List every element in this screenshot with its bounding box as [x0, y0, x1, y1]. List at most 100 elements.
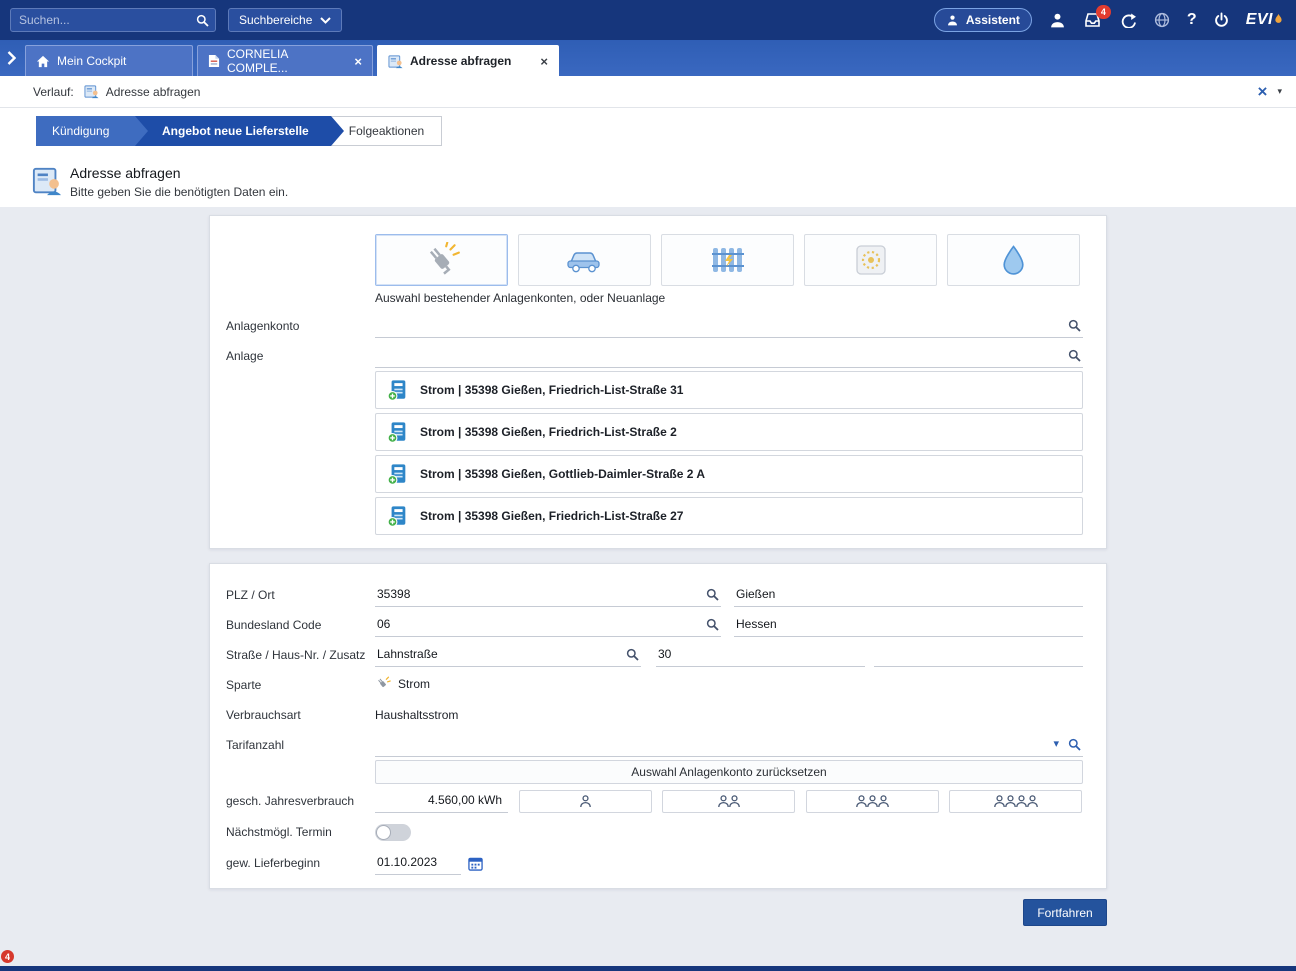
termin-label: Nächstmögl. Termin	[226, 819, 332, 845]
sparte-gas-button[interactable]	[947, 234, 1080, 286]
chevron-right-icon[interactable]	[7, 51, 16, 65]
meter-add-icon	[387, 505, 409, 527]
form-person-icon	[388, 54, 403, 69]
person-icon	[578, 794, 593, 809]
topbar-actions: Assistent 4 ?	[934, 8, 1286, 32]
tab-label: CORNELIA COMPLE...	[227, 47, 347, 75]
meter-add-icon	[387, 421, 409, 443]
step-label: Kündigung	[52, 124, 109, 138]
reset-anlagenkonto-button[interactable]: Auswahl Anlagenkonto zurücksetzen	[375, 760, 1083, 784]
anlage-label: Anlage	[226, 343, 263, 369]
plz-input[interactable]	[375, 581, 721, 606]
search-icon[interactable]	[196, 14, 209, 27]
tab-adresse-abfragen[interactable]: Adresse abfragen ×	[377, 45, 559, 76]
anlagenkonto-label: Anlagenkonto	[226, 313, 299, 339]
online-status-button[interactable]	[1154, 12, 1170, 28]
wizard-step-angebot[interactable]: Angebot neue Lieferstelle	[134, 116, 344, 146]
verlauf-actions: × ▾	[1258, 83, 1282, 100]
zusatz-input[interactable]	[874, 641, 1083, 666]
wizard-step-kuendigung[interactable]: Kündigung	[36, 116, 148, 146]
assistent-icon	[946, 14, 959, 27]
close-icon[interactable]: ×	[540, 55, 548, 68]
strasse-field	[375, 641, 641, 667]
anlage-option-label: Strom | 35398 Gießen, Friedrich-List-Str…	[420, 383, 683, 397]
fortfahren-button[interactable]: Fortfahren	[1023, 899, 1107, 926]
globe-icon	[1154, 12, 1170, 28]
anlage-input[interactable]	[375, 342, 1083, 367]
zusatz-field	[874, 641, 1083, 667]
toggle-knob	[376, 825, 391, 840]
plz-ort-label: PLZ / Ort	[226, 582, 275, 608]
strasse-input[interactable]	[375, 641, 641, 666]
power-button[interactable]	[1214, 12, 1229, 28]
assistent-label: Assistent	[966, 13, 1020, 27]
close-workflow-icon[interactable]: ×	[1258, 83, 1268, 100]
search-icon[interactable]	[1068, 349, 1081, 362]
sparte-emobility-button[interactable]	[518, 234, 651, 286]
anlagenkonto-input[interactable]	[375, 312, 1083, 337]
tarifanzahl-field: ▾	[375, 731, 1083, 757]
jahresverbrauch-label: gesch. Jahresverbrauch	[226, 788, 354, 814]
search-icon[interactable]	[706, 588, 719, 601]
page-header: Adresse abfragen Bitte geben Sie die ben…	[0, 153, 1296, 207]
anlage-option-1[interactable]: Strom | 35398 Gießen, Friedrich-List-Str…	[375, 371, 1083, 409]
ort-input[interactable]	[734, 581, 1083, 606]
verlauf-item[interactable]: Adresse abfragen	[84, 84, 201, 99]
sparte-waerme-button[interactable]	[661, 234, 794, 286]
bundesland-name-input[interactable]	[734, 611, 1083, 636]
notifications-button[interactable]: 4	[1083, 12, 1102, 28]
form-person-icon	[84, 84, 99, 99]
bundesland-code-input[interactable]	[375, 611, 721, 636]
tab-label: Adresse abfragen	[410, 54, 511, 68]
chevron-down-icon[interactable]: ▾	[1053, 737, 1059, 750]
document-icon	[208, 54, 220, 68]
household-4-button[interactable]	[949, 790, 1082, 813]
hausnr-field	[656, 641, 865, 667]
lieferbeginn-input[interactable]	[375, 849, 461, 874]
wizard-steps: Kündigung Angebot neue Lieferstelle Folg…	[0, 108, 1296, 153]
search-icon[interactable]	[706, 618, 719, 631]
help-button[interactable]: ?	[1187, 11, 1197, 29]
person-icon	[876, 794, 891, 809]
anlage-field	[375, 342, 1083, 368]
hausnr-input[interactable]	[656, 641, 865, 666]
tab-cornelia[interactable]: CORNELIA COMPLE... ×	[197, 45, 373, 76]
anlage-option-3[interactable]: Strom | 35398 Gießen, Gottlieb-Daimler-S…	[375, 455, 1083, 493]
search-icon[interactable]	[1068, 738, 1081, 751]
jahresverbrauch-field	[375, 787, 508, 813]
chevron-down-icon[interactable]: ▾	[1277, 86, 1282, 97]
assistent-button[interactable]: Assistent	[934, 8, 1032, 32]
topbar: Suchbereiche Assistent 4	[0, 0, 1296, 40]
tarifanzahl-input[interactable]	[375, 731, 1083, 756]
electricity-plug-icon	[422, 242, 462, 278]
bundesland-name-field	[734, 611, 1083, 637]
tab-mein-cockpit[interactable]: Mein Cockpit	[25, 45, 193, 76]
bundesland-code-field	[375, 611, 721, 637]
search-icon[interactable]	[626, 648, 639, 661]
termin-toggle[interactable]	[375, 824, 411, 841]
step-label: Angebot neue Lieferstelle	[162, 124, 309, 138]
search-icon[interactable]	[1068, 319, 1081, 332]
lieferbeginn-label: gew. Lieferbeginn	[226, 850, 320, 876]
sparte-value: Strom	[398, 677, 430, 691]
anlage-option-4[interactable]: Strom | 35398 Gießen, Friedrich-List-Str…	[375, 497, 1083, 535]
user-button[interactable]	[1049, 12, 1066, 29]
household-2-button[interactable]	[662, 790, 795, 813]
verlauf-item-label: Adresse abfragen	[106, 85, 201, 99]
calendar-icon[interactable]	[468, 856, 483, 871]
suchbereiche-button[interactable]: Suchbereiche	[228, 8, 342, 32]
household-1-button[interactable]	[519, 790, 652, 813]
household-3-button[interactable]	[806, 790, 939, 813]
evi-logo-text: EVI	[1246, 11, 1273, 29]
close-icon[interactable]: ×	[354, 55, 362, 68]
tab-label: Mein Cockpit	[57, 54, 126, 68]
page-title: Adresse abfragen	[70, 165, 181, 181]
anlage-option-2[interactable]: Strom | 35398 Gießen, Friedrich-List-Str…	[375, 413, 1083, 451]
sparte-strom-button[interactable]	[375, 234, 508, 286]
redo-button[interactable]	[1119, 13, 1137, 28]
wizard-step-folgeaktionen[interactable]: Folgeaktionen	[331, 116, 442, 146]
address-card: PLZ / Ort Bundesland Code Straße / Haus-…	[209, 563, 1107, 889]
sparte-kochgas-button[interactable]	[804, 234, 937, 286]
jahresverbrauch-input[interactable]	[375, 787, 508, 812]
search-input[interactable]	[11, 9, 215, 31]
